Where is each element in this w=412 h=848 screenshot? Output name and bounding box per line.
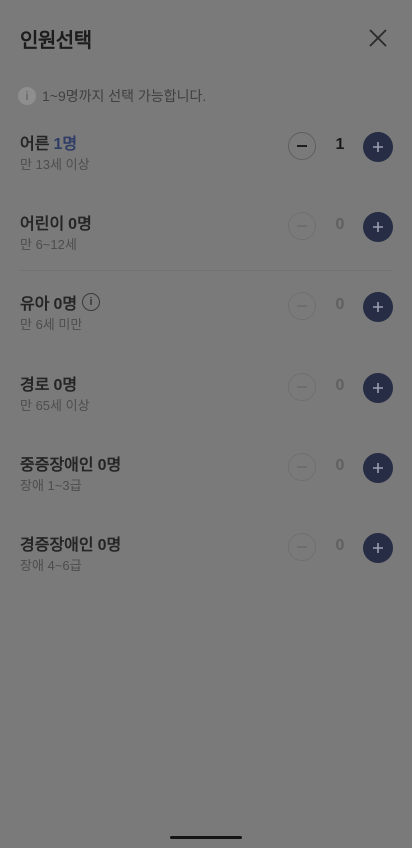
home-indicator bbox=[170, 836, 242, 839]
passenger-count-value: 0 bbox=[335, 537, 345, 554]
minus-icon bbox=[297, 225, 307, 227]
sheet-title: 인원선택 bbox=[20, 30, 92, 52]
passenger-name: 유아 0명 i bbox=[20, 290, 101, 314]
plus-icon bbox=[373, 222, 383, 232]
decrease-button[interactable] bbox=[288, 212, 316, 240]
decrease-button[interactable] bbox=[288, 453, 316, 481]
minus-icon bbox=[297, 145, 307, 147]
passenger-select-sheet: 인원선택 i 1~9명까지 선택 가능합니다. 어른 1명 만 13세 이상 1… bbox=[0, 0, 412, 848]
passenger-count-label: 1명 bbox=[53, 136, 78, 153]
passenger-name: 어른 1명 bbox=[20, 130, 77, 154]
divider bbox=[20, 270, 392, 271]
minus-icon bbox=[297, 466, 307, 468]
passenger-count-value: 0 bbox=[335, 457, 345, 474]
passenger-count-value: 0 bbox=[335, 296, 345, 313]
plus-icon bbox=[373, 142, 383, 152]
passenger-count-value: 1 bbox=[335, 136, 345, 153]
passenger-disability-grade: 장애 1~3급 bbox=[20, 478, 82, 493]
minus-icon bbox=[297, 386, 307, 388]
close-icon[interactable] bbox=[364, 24, 392, 52]
minus-icon bbox=[297, 305, 307, 307]
passenger-type-label: 어린이 bbox=[20, 216, 65, 233]
plus-icon bbox=[373, 383, 383, 393]
passenger-disability-grade: 장애 4~6급 bbox=[20, 558, 82, 573]
passenger-age-range: 만 6세 미만 bbox=[20, 317, 83, 332]
increase-button[interactable] bbox=[363, 292, 393, 322]
passenger-count-label: 0명 bbox=[53, 377, 78, 394]
plus-icon bbox=[373, 302, 383, 312]
passenger-name: 중증장애인 0명 bbox=[20, 451, 121, 475]
notice: i 1~9명까지 선택 가능합니다. bbox=[18, 86, 206, 106]
passenger-age-range: 만 65세 이상 bbox=[20, 398, 90, 413]
passenger-name: 경로 0명 bbox=[20, 371, 77, 395]
increase-button[interactable] bbox=[363, 132, 393, 162]
passenger-age-range: 만 6~12세 bbox=[20, 237, 77, 252]
passenger-row-senior: 경로 0명 만 65세 이상 0 bbox=[0, 371, 412, 441]
passenger-type-label: 중증장애인 bbox=[20, 457, 94, 474]
notice-text: 1~9명까지 선택 가능합니다. bbox=[42, 88, 207, 104]
minus-icon bbox=[297, 546, 307, 548]
passenger-count-label: 0명 bbox=[53, 296, 78, 313]
increase-button[interactable] bbox=[363, 212, 393, 242]
increase-button[interactable] bbox=[363, 533, 393, 563]
increase-button[interactable] bbox=[363, 453, 393, 483]
plus-icon bbox=[373, 543, 383, 553]
passenger-row-mild-disabled: 경증장애인 0명 장애 4~6급 0 bbox=[0, 531, 412, 601]
passenger-count-label: 0명 bbox=[97, 537, 122, 554]
decrease-button[interactable] bbox=[288, 533, 316, 561]
decrease-button[interactable] bbox=[288, 373, 316, 401]
passenger-row-infant: 유아 0명 i 만 6세 미만 0 bbox=[0, 290, 412, 360]
passenger-count-label: 0명 bbox=[68, 216, 92, 233]
info-icon: i bbox=[18, 87, 36, 105]
passenger-type-label: 어른 bbox=[20, 136, 50, 153]
passenger-type-label: 경증장애인 bbox=[20, 537, 94, 554]
passenger-count-label: 0명 bbox=[97, 457, 122, 474]
sheet-header: 인원선택 bbox=[0, 0, 412, 76]
passenger-type-label: 유아 bbox=[20, 296, 50, 313]
increase-button[interactable] bbox=[363, 373, 393, 403]
passenger-name: 경증장애인 0명 bbox=[20, 531, 121, 555]
passenger-count-value: 0 bbox=[335, 377, 345, 394]
passenger-count-value: 0 bbox=[335, 216, 345, 233]
plus-icon bbox=[373, 463, 383, 473]
passenger-row-severe-disabled: 중증장애인 0명 장애 1~3급 0 bbox=[0, 451, 412, 521]
passenger-row-adult: 어른 1명 만 13세 이상 1 bbox=[0, 130, 412, 200]
passenger-age-range: 만 13세 이상 bbox=[20, 157, 90, 172]
passenger-type-label: 경로 bbox=[20, 377, 50, 394]
passenger-name: 어린이 0명 bbox=[20, 210, 92, 234]
decrease-button[interactable] bbox=[288, 132, 316, 160]
info-icon[interactable]: i bbox=[82, 293, 101, 311]
decrease-button[interactable] bbox=[288, 292, 316, 320]
